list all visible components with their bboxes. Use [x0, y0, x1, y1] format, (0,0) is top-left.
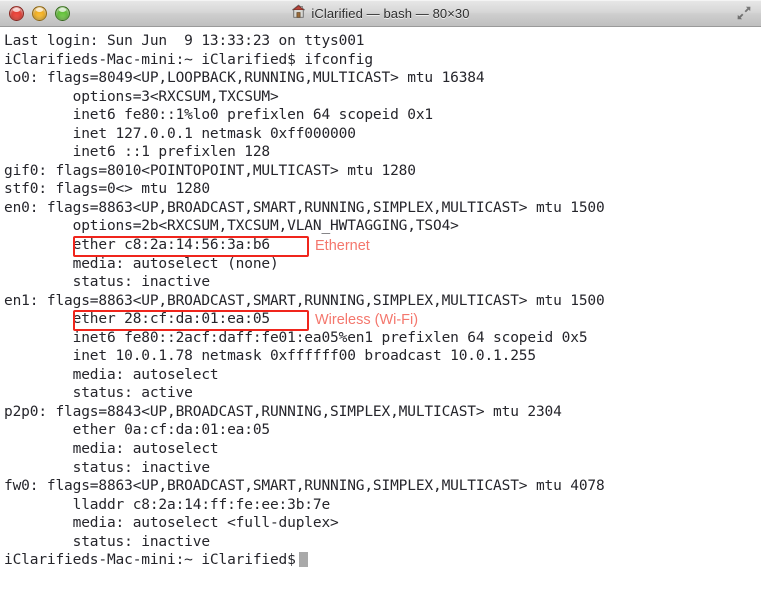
- fullscreen-arrows-icon[interactable]: [735, 4, 753, 22]
- terminal-line: ether 28:cf:da:01:ea:05: [4, 311, 271, 328]
- zoom-button-icon[interactable]: [55, 5, 70, 21]
- terminal-line: inet 127.0.0.1 netmask 0xff000000: [4, 125, 356, 142]
- terminal-line: ether c8:2a:14:56:3a:b6: [4, 237, 271, 254]
- terminal-line: p2p0: flags=8843<UP,BROADCAST,RUNNING,SI…: [4, 403, 562, 420]
- terminal-line: gif0: flags=8010<POINTOPOINT,MULTICAST> …: [4, 162, 416, 179]
- terminal-line: inet6 fe80::2acf:daff:fe01:ea05%en1 pref…: [4, 329, 588, 346]
- terminal-window: iClarified — bash — 80×30 Last login: Su…: [0, 0, 761, 600]
- traffic-light-group: [0, 5, 70, 21]
- terminal-line: fw0: flags=8863<UP,BROADCAST,SMART,RUNNI…: [4, 478, 605, 495]
- terminal-output-area[interactable]: Last login: Sun Jun 9 13:33:23 on ttys00…: [0, 27, 761, 600]
- terminal-line: inet6 fe80::1%lo0 prefixlen 64 scopeid 0…: [4, 107, 434, 124]
- terminal-line: media: autoselect <full-duplex>: [4, 515, 339, 532]
- terminal-line: media: autoselect: [4, 441, 219, 458]
- terminal-line: status: inactive: [4, 274, 210, 291]
- terminal-prompt-line: iClarifieds-Mac-mini:~ iClarified$: [4, 551, 761, 570]
- window-title-container: iClarified — bash — 80×30: [0, 0, 761, 26]
- close-button-icon[interactable]: [9, 5, 24, 21]
- terminal-line: media: autoselect (none): [4, 255, 279, 272]
- terminal-line: status: inactive: [4, 459, 210, 476]
- terminal-text: Last login: Sun Jun 9 13:33:23 on ttys00…: [4, 32, 761, 551]
- shell-prompt: iClarifieds-Mac-mini:~ iClarified$: [4, 552, 296, 569]
- terminal-line: status: inactive: [4, 533, 210, 550]
- window-titlebar[interactable]: iClarified — bash — 80×30: [0, 0, 761, 29]
- house-icon: [291, 4, 306, 23]
- terminal-line: lo0: flags=8049<UP,LOOPBACK,RUNNING,MULT…: [4, 70, 485, 87]
- text-cursor: [298, 552, 308, 568]
- terminal-line: Last login: Sun Jun 9 13:33:23 on ttys00…: [4, 33, 365, 49]
- terminal-line: status: active: [4, 385, 193, 402]
- terminal-line: stf0: flags=0<> mtu 1280: [4, 181, 210, 198]
- terminal-line: options=3<RXCSUM,TXCSUM>: [4, 88, 279, 105]
- terminal-line: en0: flags=8863<UP,BROADCAST,SMART,RUNNI…: [4, 199, 605, 216]
- minimize-button-icon[interactable]: [32, 5, 47, 21]
- terminal-line: ether 0a:cf:da:01:ea:05: [4, 422, 271, 439]
- terminal-line: inet6 ::1 prefixlen 128: [4, 144, 271, 161]
- terminal-line: inet 10.0.1.78 netmask 0xffffff00 broadc…: [4, 348, 536, 365]
- window-title: iClarified — bash — 80×30: [311, 5, 470, 21]
- terminal-line: media: autoselect: [4, 366, 219, 383]
- terminal-line: lladdr c8:2a:14:ff:fe:ee:3b:7e: [4, 496, 331, 513]
- terminal-line: en1: flags=8863<UP,BROADCAST,SMART,RUNNI…: [4, 292, 605, 309]
- terminal-line: iClarifieds-Mac-mini:~ iClarified$ ifcon…: [4, 51, 373, 68]
- terminal-line: options=2b<RXCSUM,TXCSUM,VLAN_HWTAGGING,…: [4, 218, 459, 235]
